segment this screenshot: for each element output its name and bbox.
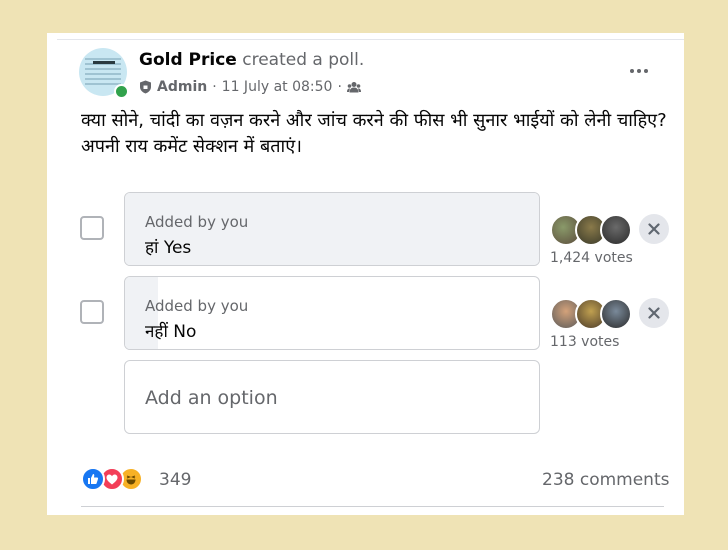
- dot-icon: [644, 69, 648, 73]
- avatar-banner: [93, 61, 115, 64]
- poll-option-added-by: Added by you: [145, 297, 249, 315]
- like-icon: [81, 467, 105, 491]
- post-header: Gold Price created a poll.: [139, 50, 364, 70]
- poll-option-label: हां Yes: [145, 238, 192, 258]
- poll-option-yes-voters[interactable]: [550, 214, 634, 246]
- add-option-placeholder: Add an option: [145, 387, 278, 409]
- meta-separator: ·: [337, 79, 342, 95]
- poll-option-label: नहीं No: [145, 322, 197, 342]
- close-icon: [648, 223, 660, 235]
- group-name-link[interactable]: Gold Price: [139, 50, 237, 70]
- post-timestamp[interactable]: 11 July at 08:50: [222, 79, 333, 95]
- top-divider: [57, 39, 684, 40]
- voter-avatar: [600, 214, 632, 246]
- post-card: Gold Price created a poll. Admin · 11 Ju…: [47, 33, 684, 515]
- admin-badge: Admin: [157, 79, 208, 95]
- reaction-count[interactable]: 349: [159, 470, 191, 490]
- meta-separator: ·: [212, 79, 217, 95]
- remove-option-yes-button[interactable]: [639, 214, 669, 244]
- online-status-dot: [114, 84, 129, 99]
- poll-option-yes-votes[interactable]: 1,424 votes: [550, 250, 633, 266]
- group-audience-icon: [346, 82, 361, 93]
- remove-option-no-button[interactable]: [639, 298, 669, 328]
- close-icon: [648, 307, 660, 319]
- reactions-summary[interactable]: [81, 467, 143, 491]
- comments-count-link[interactable]: 238 comments: [542, 470, 669, 490]
- add-option-input[interactable]: Add an option: [124, 360, 540, 434]
- poll-option-yes[interactable]: Added by you हां Yes: [124, 192, 540, 266]
- more-options-button[interactable]: [625, 61, 653, 81]
- poll-option-no-checkbox[interactable]: [80, 300, 104, 324]
- admin-shield-icon: [140, 80, 151, 94]
- footer-divider: [81, 506, 664, 507]
- post-action-text: created a poll.: [242, 50, 365, 70]
- dot-icon: [630, 69, 634, 73]
- poll-option-yes-checkbox[interactable]: [80, 216, 104, 240]
- poll-option-no-voters[interactable]: [550, 298, 634, 330]
- poll-option-added-by: Added by you: [145, 213, 249, 231]
- dot-icon: [637, 69, 641, 73]
- poll-option-no-votes[interactable]: 113 votes: [550, 334, 619, 350]
- voter-avatar: [600, 298, 632, 330]
- post-text: क्या सोने, चांदी का वज़न करने और जांच कर…: [81, 110, 667, 157]
- poll-option-no[interactable]: Added by you नहीं No: [124, 276, 540, 350]
- post-meta: Admin · 11 July at 08:50 ·: [139, 79, 361, 95]
